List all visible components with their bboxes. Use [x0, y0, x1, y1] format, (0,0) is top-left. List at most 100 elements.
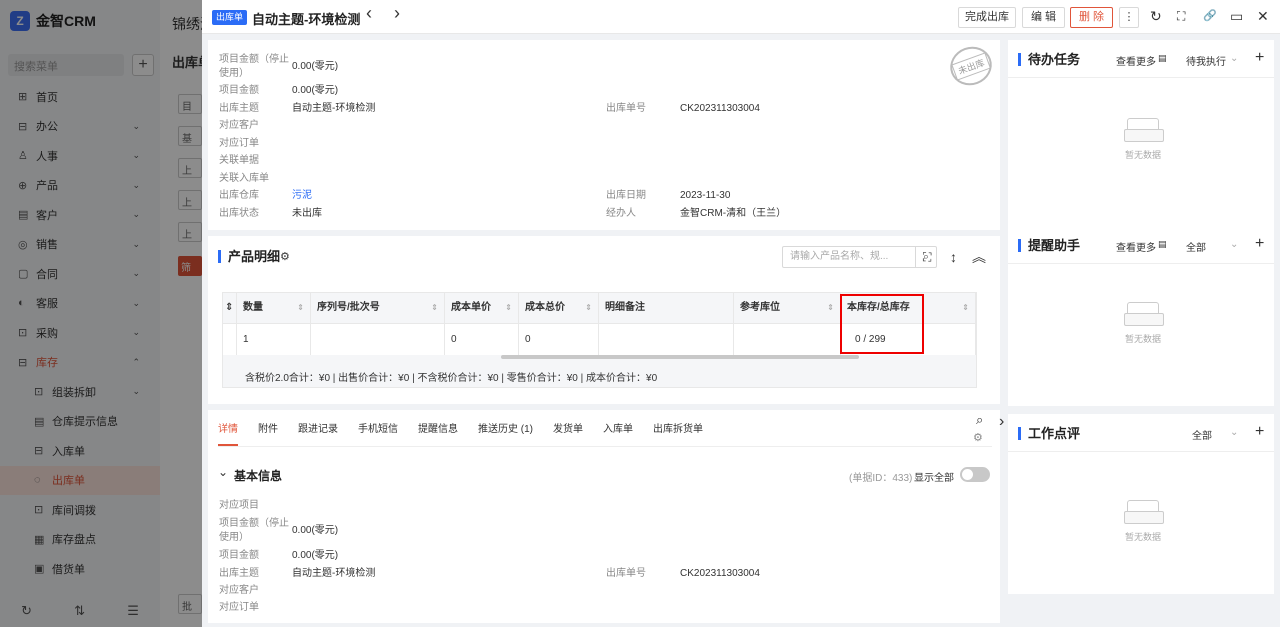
sort-icon[interactable]: ⇕: [431, 293, 438, 323]
tasks-more-link[interactable]: 查看更多: [1116, 53, 1156, 68]
col-header-unit-cost[interactable]: 成本单价 ⇕: [445, 293, 519, 323]
field-label: 出库状态: [219, 208, 259, 219]
delete-button[interactable]: 删 除: [1070, 7, 1113, 28]
tasks-empty: 暂无数据: [1118, 118, 1168, 161]
screen-icon[interactable]: ▭: [1230, 8, 1243, 24]
field-label: 出库主题: [219, 568, 259, 579]
add-task-icon[interactable]: +: [1255, 49, 1264, 67]
close-icon[interactable]: ✕: [1257, 8, 1269, 24]
sort-icon[interactable]: ⇕: [962, 293, 969, 323]
prev-record-icon[interactable]: ‹: [366, 4, 372, 22]
field-value: 2023-11-30: [680, 190, 731, 201]
field-label: 关联单据: [219, 155, 259, 166]
chevron-down-icon: ⌄: [1230, 53, 1239, 64]
col-header-total-cost[interactable]: 成本总价 ⇕: [519, 293, 599, 323]
field-label: 出库日期: [606, 190, 646, 201]
sort-icon[interactable]: ⇕: [585, 293, 592, 323]
edit-button[interactable]: 编 辑: [1022, 7, 1065, 28]
field-label: 出库单号: [606, 568, 646, 579]
search-icon[interactable]: ⌕: [976, 412, 983, 428]
field-label: 对应订单: [219, 602, 259, 613]
table-summary: 含税价2.0合计：¥0 | 出售价合计：¥0 | 不含税价合计：¥0 | 零售价…: [245, 373, 658, 384]
product-search-input[interactable]: 请输入产品名称、规...: [782, 246, 916, 268]
list-icon: ▤: [1158, 239, 1167, 249]
field-value: 0.00(零元): [292, 525, 339, 536]
detail-drawer: 出库单 自动主题-环境检测 ◌ ‹ › 完成出库 编 辑 删 除 ⋮ ↻ ⛶ 🔗…: [202, 0, 1280, 627]
table-header-sort[interactable]: ⇕: [223, 293, 237, 323]
tasks-title: 待办任务: [1018, 53, 1080, 66]
gear-icon[interactable]: ⚙: [973, 430, 983, 446]
review-empty: 暂无数据: [1118, 500, 1168, 543]
drawer-title: 自动主题-环境检测: [252, 12, 361, 27]
field-label: 出库单号: [606, 103, 646, 114]
more-button[interactable]: ⋮: [1119, 7, 1139, 28]
chevron-down-icon[interactable]: ⌄: [218, 464, 228, 480]
table-cell-unit-cost: 0: [445, 323, 519, 355]
tab-inbound[interactable]: 入库单: [603, 424, 633, 446]
col-header-qty[interactable]: 数量 ⇕: [237, 293, 311, 323]
refresh-icon[interactable]: ↻: [1150, 8, 1162, 24]
collapse-icon[interactable]: ︽: [972, 249, 986, 265]
table-cell-qty: 1: [237, 323, 311, 355]
tab-sms[interactable]: 手机短信: [358, 424, 398, 446]
field-label: 出库仓库: [219, 190, 259, 201]
col-header-label: 序列号/批次号: [317, 302, 380, 313]
tab-shipment[interactable]: 发货单: [553, 424, 583, 446]
gear-icon[interactable]: ⚙: [280, 249, 290, 265]
tab-followup[interactable]: 跟进记录: [298, 424, 338, 446]
chevron-down-icon: ⌄: [1230, 239, 1239, 250]
field-value: 0.00(零元): [292, 61, 339, 72]
field-label: 使用）: [219, 68, 249, 79]
tabs-divider: [218, 446, 992, 447]
field-label: 关联入库单: [219, 173, 269, 184]
show-all-toggle[interactable]: [960, 467, 990, 482]
review-filter-select[interactable]: 全部: [1192, 427, 1212, 442]
reminder-filter-select[interactable]: 全部: [1186, 239, 1206, 254]
tab-reminder[interactable]: 提醒信息: [418, 424, 458, 446]
sort-icon[interactable]: ⇕: [827, 293, 834, 323]
warehouse-link[interactable]: 污泥: [292, 189, 312, 202]
col-header-label: 成本总价: [525, 302, 565, 313]
row-height-icon[interactable]: ↕: [950, 249, 957, 265]
reminder-more-link[interactable]: 查看更多: [1116, 239, 1156, 254]
highlight-box: [840, 294, 924, 354]
add-review-icon[interactable]: +: [1255, 423, 1264, 441]
table-cell-location: [734, 323, 841, 355]
review-card: 工作点评 全部 ⌄ + 暂无数据: [1008, 414, 1274, 594]
tasks-header: 待办任务 查看更多 ▤ 待我执行 ⌄ +: [1008, 40, 1274, 78]
collapse-side-icon[interactable]: ›: [999, 414, 1004, 430]
col-header-remark[interactable]: 明细备注: [599, 293, 734, 323]
tab-push-history[interactable]: 推送历史 (1): [478, 424, 533, 446]
col-header-label: 数量: [243, 302, 263, 313]
complete-outbound-button[interactable]: 完成出库: [958, 7, 1016, 28]
basic-info-title: 基本信息: [234, 469, 283, 483]
tab-attachment[interactable]: 附件: [258, 424, 278, 446]
field-value: CK202311303004: [680, 103, 760, 114]
field-value: 0.00(零元): [292, 550, 339, 561]
col-header-serial[interactable]: 序列号/批次号 ⇕: [311, 293, 445, 323]
field-value: CK202311303004: [680, 568, 760, 579]
show-all-label: 显示全部: [914, 473, 954, 484]
empty-box-icon: [1124, 302, 1164, 326]
add-reminder-icon[interactable]: +: [1255, 235, 1264, 253]
field-label: 项目金额（停止: [219, 518, 289, 529]
fullscreen-icon[interactable]: ⛶: [1177, 8, 1185, 24]
col-header-location[interactable]: 参考库位 ⇕: [734, 293, 841, 323]
tab-outbound-split[interactable]: 出库拆货单: [653, 424, 703, 446]
reminder-card: 提醒助手 查看更多 ▤ 全部 ⌄ + 暂无数据: [1008, 226, 1274, 406]
sort-icon[interactable]: ⇕: [297, 293, 304, 323]
review-header: 工作点评 全部 ⌄ +: [1008, 414, 1274, 452]
next-record-icon[interactable]: ›: [394, 4, 400, 22]
reminder-header: 提醒助手 查看更多 ▤ 全部 ⌄ +: [1008, 226, 1274, 264]
table-scrollbar[interactable]: [501, 355, 859, 359]
field-value: 金智CRM-清和（王兰）: [680, 208, 787, 219]
fullscreen-icon[interactable]: ⛶: [923, 249, 931, 265]
table-cell: [223, 323, 237, 355]
field-label: 项目金额: [219, 550, 259, 561]
sort-icon[interactable]: ⇕: [505, 293, 512, 323]
field-value: 未出库: [292, 208, 322, 219]
tab-detail[interactable]: 详情: [218, 424, 238, 446]
link-icon[interactable]: 🔗: [1203, 8, 1217, 24]
tasks-filter-select[interactable]: 待我执行: [1186, 53, 1226, 68]
field-label: 使用）: [219, 532, 249, 543]
